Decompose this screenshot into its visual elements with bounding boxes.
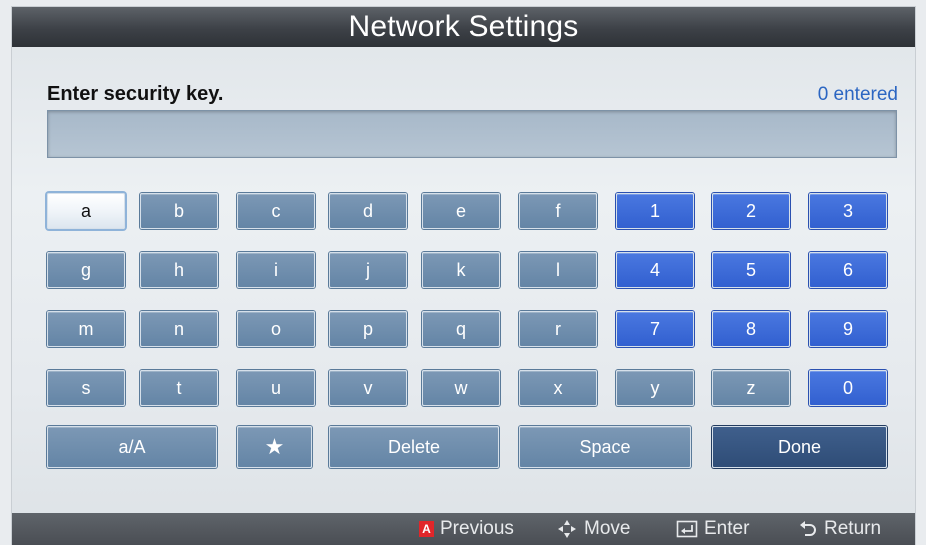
- key-k[interactable]: k: [422, 252, 500, 288]
- footer-help-bar: A Previous Move Enter Return: [12, 513, 915, 545]
- footer-previous[interactable]: A Previous: [419, 513, 514, 545]
- key-y[interactable]: y: [616, 370, 694, 406]
- key-5[interactable]: 5: [712, 252, 790, 288]
- key-e[interactable]: e: [422, 193, 500, 229]
- key-7[interactable]: 7: [616, 311, 694, 347]
- star-icon: ★: [264, 434, 285, 459]
- key-f[interactable]: f: [519, 193, 597, 229]
- network-settings-dialog: Network Settings Enter security key. 0 e…: [12, 7, 915, 545]
- key-z[interactable]: z: [712, 370, 790, 406]
- key-u[interactable]: u: [237, 370, 315, 406]
- case-toggle-button[interactable]: a/A: [47, 426, 217, 468]
- key-w[interactable]: w: [422, 370, 500, 406]
- key-i[interactable]: i: [237, 252, 315, 288]
- key-h[interactable]: h: [140, 252, 218, 288]
- key-n[interactable]: n: [140, 311, 218, 347]
- delete-button[interactable]: Delete: [329, 426, 499, 468]
- key-d[interactable]: d: [329, 193, 407, 229]
- key-t[interactable]: t: [140, 370, 218, 406]
- footer-move-label: Move: [584, 518, 631, 539]
- key-2[interactable]: 2: [712, 193, 790, 229]
- footer-return: Return: [798, 513, 881, 545]
- key-j[interactable]: j: [329, 252, 407, 288]
- key-3[interactable]: 3: [809, 193, 887, 229]
- footer-move: Move: [556, 513, 630, 545]
- key-1[interactable]: 1: [616, 193, 694, 229]
- key-p[interactable]: p: [329, 311, 407, 347]
- key-o[interactable]: o: [237, 311, 315, 347]
- footer-enter-label: Enter: [704, 518, 750, 539]
- red-a-button-icon: A: [419, 521, 434, 537]
- key-m[interactable]: m: [47, 311, 125, 347]
- done-button[interactable]: Done: [712, 426, 887, 468]
- key-6[interactable]: 6: [809, 252, 887, 288]
- dialog-title: Network Settings: [12, 7, 915, 47]
- space-button[interactable]: Space: [519, 426, 691, 468]
- enter-icon: [676, 519, 698, 539]
- key-b[interactable]: b: [140, 193, 218, 229]
- key-l[interactable]: l: [519, 252, 597, 288]
- symbols-button[interactable]: ★: [237, 426, 312, 468]
- key-4[interactable]: 4: [616, 252, 694, 288]
- key-s[interactable]: s: [47, 370, 125, 406]
- key-a[interactable]: a: [47, 193, 125, 229]
- security-key-prompt: Enter security key.: [47, 83, 224, 105]
- key-0[interactable]: 0: [809, 370, 887, 406]
- key-9[interactable]: 9: [809, 311, 887, 347]
- key-q[interactable]: q: [422, 311, 500, 347]
- key-c[interactable]: c: [237, 193, 315, 229]
- key-8[interactable]: 8: [712, 311, 790, 347]
- key-r[interactable]: r: [519, 311, 597, 347]
- security-key-input[interactable]: [47, 110, 897, 158]
- return-icon: [798, 519, 818, 539]
- footer-enter: Enter: [676, 513, 749, 545]
- dpad-arrows-icon: [556, 518, 578, 540]
- footer-return-label: Return: [824, 518, 882, 539]
- key-g[interactable]: g: [47, 252, 125, 288]
- entered-count: 0 entered: [817, 84, 898, 105]
- footer-previous-label: Previous: [440, 518, 514, 539]
- key-v[interactable]: v: [329, 370, 407, 406]
- key-x[interactable]: x: [519, 370, 597, 406]
